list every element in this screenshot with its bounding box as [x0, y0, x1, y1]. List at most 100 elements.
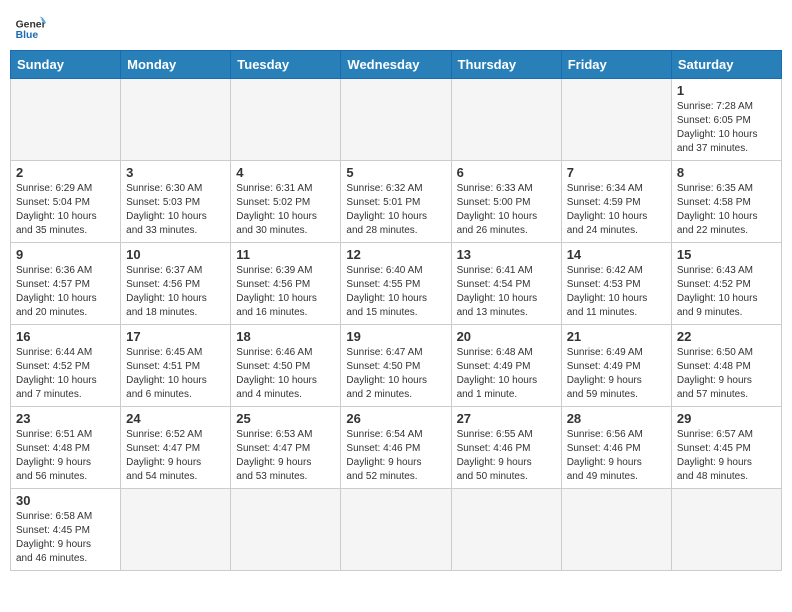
calendar-cell [671, 489, 781, 571]
day-info: Sunrise: 6:50 AM Sunset: 4:48 PM Dayligh… [677, 346, 776, 402]
day-number: 30 [16, 493, 115, 508]
day-info: Sunrise: 6:47 AM Sunset: 4:50 PM Dayligh… [346, 346, 445, 402]
day-number: 5 [346, 165, 445, 180]
calendar-cell: 18 Sunrise: 6:46 AM Sunset: 4:50 PM Dayli… [231, 325, 341, 407]
weekday-header-friday: Friday [561, 51, 671, 79]
calendar-cell: 21Sunrise: 6:49 AM Sunset: 4:49 PM Dayli… [561, 325, 671, 407]
weekday-header-saturday: Saturday [671, 51, 781, 79]
day-number: 22 [677, 329, 776, 344]
day-number: 24 [126, 411, 225, 426]
calendar-week-row: 16 Sunrise: 6:44 AM Sunset: 4:52 PM Dayli… [11, 325, 782, 407]
day-number: 19 [346, 329, 445, 344]
calendar-cell: 12Sunrise: 6:40 AM Sunset: 4:55 PM Dayli… [341, 243, 451, 325]
day-number: 3 [126, 165, 225, 180]
day-number: 15 [677, 247, 776, 262]
calendar-cell: 22 Sunrise: 6:50 AM Sunset: 4:48 PM Dayli… [671, 325, 781, 407]
day-number: 12 [346, 247, 445, 262]
day-number: 16 [16, 329, 115, 344]
day-info: Sunrise: 6:57 AM Sunset: 4:45 PM Dayligh… [677, 428, 776, 484]
day-number: 21 [567, 329, 666, 344]
calendar-cell: 20 Sunrise: 6:48 AM Sunset: 4:49 PM Dayli… [451, 325, 561, 407]
day-number: 25 [236, 411, 335, 426]
day-info: Sunrise: 6:35 AM Sunset: 4:58 PM Dayligh… [677, 182, 776, 238]
calendar-cell [341, 79, 451, 161]
calendar-cell: 14 Sunrise: 6:42 AM Sunset: 4:53 PM Dayli… [561, 243, 671, 325]
day-number: 23 [16, 411, 115, 426]
svg-text:General: General [16, 20, 46, 31]
header: General Blue [10, 10, 782, 42]
calendar-cell: 28 Sunrise: 6:56 AM Sunset: 4:46 PM Dayli… [561, 407, 671, 489]
weekday-header-wednesday: Wednesday [341, 51, 451, 79]
day-info: Sunrise: 6:58 AM Sunset: 4:45 PM Dayligh… [16, 510, 115, 566]
calendar-cell: 10 Sunrise: 6:37 AM Sunset: 4:56 PM Dayli… [121, 243, 231, 325]
day-number: 2 [16, 165, 115, 180]
day-number: 13 [457, 247, 556, 262]
day-number: 28 [567, 411, 666, 426]
day-info: Sunrise: 6:39 AM Sunset: 4:56 PM Dayligh… [236, 264, 335, 320]
day-number: 4 [236, 165, 335, 180]
day-number: 27 [457, 411, 556, 426]
weekday-header-row: SundayMondayTuesdayWednesdayThursdayFrid… [11, 51, 782, 79]
day-info: Sunrise: 6:41 AM Sunset: 4:54 PM Dayligh… [457, 264, 556, 320]
calendar-week-row: 1Sunrise: 7:28 AM Sunset: 6:05 PM Daylig… [11, 79, 782, 161]
day-info: Sunrise: 6:43 AM Sunset: 4:52 PM Dayligh… [677, 264, 776, 320]
calendar-cell: 13 Sunrise: 6:41 AM Sunset: 4:54 PM Dayli… [451, 243, 561, 325]
svg-text:Blue: Blue [16, 30, 39, 41]
day-number: 9 [16, 247, 115, 262]
day-info: Sunrise: 6:37 AM Sunset: 4:56 PM Dayligh… [126, 264, 225, 320]
day-info: Sunrise: 6:36 AM Sunset: 4:57 PM Dayligh… [16, 264, 115, 320]
day-info: Sunrise: 6:44 AM Sunset: 4:52 PM Dayligh… [16, 346, 115, 402]
day-info: Sunrise: 6:53 AM Sunset: 4:47 PM Dayligh… [236, 428, 335, 484]
calendar-week-row: 30 Sunrise: 6:58 AM Sunset: 4:45 PM Dayli… [11, 489, 782, 571]
day-number: 1 [677, 83, 776, 98]
day-info: Sunrise: 6:54 AM Sunset: 4:46 PM Dayligh… [346, 428, 445, 484]
day-number: 11 [236, 247, 335, 262]
calendar-cell: 17Sunrise: 6:45 AM Sunset: 4:51 PM Dayli… [121, 325, 231, 407]
day-number: 10 [126, 247, 225, 262]
day-info: Sunrise: 6:55 AM Sunset: 4:46 PM Dayligh… [457, 428, 556, 484]
day-info: Sunrise: 6:34 AM Sunset: 4:59 PM Dayligh… [567, 182, 666, 238]
weekday-header-tuesday: Tuesday [231, 51, 341, 79]
calendar-cell [451, 489, 561, 571]
logo-icon: General Blue [14, 10, 46, 42]
day-info: Sunrise: 6:42 AM Sunset: 4:53 PM Dayligh… [567, 264, 666, 320]
calendar-cell: 9 Sunrise: 6:36 AM Sunset: 4:57 PM Daylig… [11, 243, 121, 325]
day-number: 6 [457, 165, 556, 180]
calendar-cell [121, 489, 231, 571]
calendar-cell: 30 Sunrise: 6:58 AM Sunset: 4:45 PM Dayli… [11, 489, 121, 571]
calendar-cell: 19 Sunrise: 6:47 AM Sunset: 4:50 PM Dayli… [341, 325, 451, 407]
calendar-cell: 25 Sunrise: 6:53 AM Sunset: 4:47 PM Dayli… [231, 407, 341, 489]
calendar-cell: 6 Sunrise: 6:33 AM Sunset: 5:00 PM Daylig… [451, 161, 561, 243]
day-number: 20 [457, 329, 556, 344]
calendar-cell: 29Sunrise: 6:57 AM Sunset: 4:45 PM Dayli… [671, 407, 781, 489]
calendar-cell: 24 Sunrise: 6:52 AM Sunset: 4:47 PM Dayli… [121, 407, 231, 489]
calendar-cell: 4 Sunrise: 6:31 AM Sunset: 5:02 PM Daylig… [231, 161, 341, 243]
day-info: Sunrise: 6:51 AM Sunset: 4:48 PM Dayligh… [16, 428, 115, 484]
day-info: Sunrise: 6:29 AM Sunset: 5:04 PM Dayligh… [16, 182, 115, 238]
calendar-cell [11, 79, 121, 161]
calendar-cell: 8 Sunrise: 6:35 AM Sunset: 4:58 PM Daylig… [671, 161, 781, 243]
day-info: Sunrise: 6:46 AM Sunset: 4:50 PM Dayligh… [236, 346, 335, 402]
calendar-cell: 11 Sunrise: 6:39 AM Sunset: 4:56 PM Dayli… [231, 243, 341, 325]
day-info: Sunrise: 6:33 AM Sunset: 5:00 PM Dayligh… [457, 182, 556, 238]
day-info: Sunrise: 6:52 AM Sunset: 4:47 PM Dayligh… [126, 428, 225, 484]
day-info: Sunrise: 6:48 AM Sunset: 4:49 PM Dayligh… [457, 346, 556, 402]
weekday-header-sunday: Sunday [11, 51, 121, 79]
logo: General Blue [14, 10, 46, 42]
day-info: Sunrise: 6:56 AM Sunset: 4:46 PM Dayligh… [567, 428, 666, 484]
calendar-cell [561, 79, 671, 161]
calendar-cell: 15 Sunrise: 6:43 AM Sunset: 4:52 PM Dayli… [671, 243, 781, 325]
weekday-header-monday: Monday [121, 51, 231, 79]
calendar-cell: 1Sunrise: 7:28 AM Sunset: 6:05 PM Daylig… [671, 79, 781, 161]
calendar-week-row: 9 Sunrise: 6:36 AM Sunset: 4:57 PM Daylig… [11, 243, 782, 325]
calendar-cell: 27 Sunrise: 6:55 AM Sunset: 4:46 PM Dayli… [451, 407, 561, 489]
day-number: 8 [677, 165, 776, 180]
day-info: Sunrise: 6:32 AM Sunset: 5:01 PM Dayligh… [346, 182, 445, 238]
day-number: 14 [567, 247, 666, 262]
day-number: 7 [567, 165, 666, 180]
day-info: Sunrise: 6:45 AM Sunset: 4:51 PM Dayligh… [126, 346, 225, 402]
calendar-cell [231, 79, 341, 161]
day-info: Sunrise: 6:31 AM Sunset: 5:02 PM Dayligh… [236, 182, 335, 238]
day-number: 18 [236, 329, 335, 344]
calendar-cell: 26Sunrise: 6:54 AM Sunset: 4:46 PM Dayli… [341, 407, 451, 489]
